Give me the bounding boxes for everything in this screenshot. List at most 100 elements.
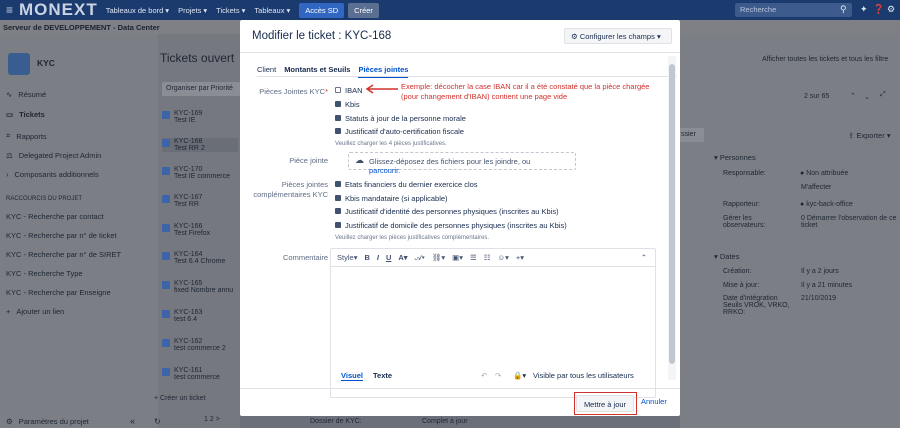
ticket-type-icon [162, 339, 170, 347]
search-icon[interactable]: ⚲ [840, 4, 847, 15]
shortcut-link[interactable]: KYC - Recherche par n° de ticket [6, 231, 117, 240]
checkbox[interactable] [335, 208, 341, 215]
create-ticket-link[interactable]: + Créer un ticket [154, 395, 206, 402]
italic-icon[interactable]: I [377, 253, 379, 262]
numbered-list-icon[interactable]: ☷ [484, 253, 491, 262]
text-color-icon[interactable]: A▾ [398, 253, 407, 262]
comment-textarea[interactable] [332, 268, 654, 368]
shortcut-link[interactable]: KYC - Recherche par Enseigne [6, 288, 111, 297]
shortcut-link[interactable]: KYC - Recherche par contact [6, 212, 104, 221]
checkbox[interactable] [335, 195, 341, 202]
checkbox-kbis[interactable]: Kbis [335, 100, 360, 109]
previous-icon[interactable]: ⌃ [850, 92, 856, 100]
ticket-title: Test Firefox [174, 230, 211, 237]
nav-boards[interactable]: Tableaux [254, 6, 284, 15]
file-drop-zone[interactable]: ☁ Glissez-déposez des fichiers pour les … [348, 152, 576, 175]
ticket-title: Test RR 2 [174, 145, 205, 152]
sd-access-button[interactable]: Accès SD [299, 2, 345, 18]
checkbox-statuts[interactable]: Statuts à jour de la personne morale [335, 114, 466, 123]
tab-visual[interactable]: Visuel [341, 371, 363, 381]
list-item[interactable]: KYC-167 Test RR [162, 194, 238, 208]
nav-projects[interactable]: Projets [178, 6, 201, 15]
redo-icon[interactable]: ↷ [495, 371, 501, 380]
refresh-icon[interactable]: ↻ [154, 417, 161, 426]
list-item[interactable]: KYC-170 Test IE commerce [162, 166, 238, 180]
checkbox[interactable] [335, 101, 341, 108]
export-button[interactable]: ⇪ Exporter ▾ [848, 131, 891, 140]
pagination[interactable]: 1 2 > [204, 416, 220, 423]
list-item[interactable]: KYC-168 Test RR 2 [162, 138, 238, 152]
persons-section[interactable]: ▾ Personnes [714, 153, 756, 162]
nav-dashboards[interactable]: Tableaux de bord [106, 6, 164, 15]
list-item[interactable]: KYC-163 test 6.4 [162, 309, 238, 323]
sort-button[interactable]: Organiser par Priorité [162, 82, 240, 96]
sidebar-item-reports[interactable]: ⌗ Rapports [6, 131, 47, 141]
ticket-title: test commerce 2 [174, 345, 226, 352]
bold-icon[interactable]: B [364, 253, 369, 262]
list-item[interactable]: KYC-166 Test Firefox [162, 223, 238, 237]
nav-tickets[interactable]: Tickets [216, 6, 239, 15]
checkbox[interactable] [335, 222, 341, 229]
list-item[interactable]: KYC-165 fixed Nombre annu [162, 280, 238, 294]
dates-section[interactable]: ▾ Dates [714, 252, 739, 261]
notifications-icon[interactable]: ✦ [860, 4, 868, 15]
shortcut-link[interactable]: KYC - Recherche Type [6, 269, 83, 278]
list-item[interactable]: KYC-164 Test 6.4 Chrome [162, 251, 238, 265]
sidebar-item-summary[interactable]: ∿ Résumé [6, 90, 46, 99]
style-dropdown[interactable]: Style▾ [337, 253, 357, 262]
integration-label: Date d'intégration Seuils VROK, VRKO, RR… [723, 295, 790, 316]
app-switcher-icon[interactable]: ≡ [6, 3, 13, 17]
configure-fields-button[interactable]: ⚙ Configurer les champs ▾ [564, 28, 672, 44]
observers-value[interactable]: 0 Démarrer l'observation de ce ticket [801, 215, 897, 229]
bullet-list-icon[interactable]: ☰ [470, 253, 477, 262]
browse-link[interactable]: parcourir. [369, 166, 400, 175]
visibility-lock-icon[interactable]: 🔒▾ [513, 371, 526, 380]
project-settings-link[interactable]: ⚙ Paramètres du projet [6, 417, 89, 426]
cancel-link[interactable]: Annuler [641, 397, 667, 406]
insert-more-icon[interactable]: +▾ [516, 253, 524, 262]
checkbox-domicile[interactable]: Justificatif de domicile des personnes p… [335, 221, 567, 230]
help-icon[interactable]: ❓ [873, 4, 884, 15]
checkbox[interactable] [335, 181, 341, 188]
list-item[interactable]: KYC-169 Test IE [162, 110, 238, 124]
link-icon[interactable]: ⛓▾ [432, 253, 445, 262]
project-name[interactable]: KYC [37, 58, 55, 68]
collapse-toolbar-icon[interactable]: ⌃ [641, 253, 647, 262]
reporter-value: ● kyc-back-office [800, 201, 853, 208]
list-title: Tickets ouvert [160, 51, 235, 65]
format-more-icon[interactable]: 𝒜▾ [415, 253, 425, 263]
sidebar-item-tickets[interactable]: ▭ Tickets [6, 110, 45, 119]
expand-icon[interactable]: ⤢ [880, 91, 886, 99]
partial-button[interactable]: ssier [680, 128, 704, 142]
checkbox-iban[interactable]: IBAN [335, 86, 363, 95]
checkbox[interactable] [335, 128, 341, 135]
image-icon[interactable]: ▣▾ [452, 253, 463, 262]
logo[interactable]: MONEXT [19, 0, 98, 20]
settings-gear-icon[interactable]: ⚙ [887, 4, 895, 15]
checkbox[interactable] [335, 87, 341, 94]
assign-me-link[interactable]: M'affecter [801, 184, 831, 191]
undo-icon[interactable]: ↶ [481, 371, 487, 380]
list-item[interactable]: KYC-162 test commerce 2 [162, 338, 238, 352]
shortcut-link[interactable]: KYC - Recherche par n° de SIRET [6, 250, 121, 259]
checkbox-kbis-mandataire[interactable]: Kbis mandataire (si applicable) [335, 194, 448, 203]
checkbox-financial-statements[interactable]: Etats financiers du dernier exercice clo… [335, 180, 478, 189]
sidebar-item-addons[interactable]: › Composants additionnels [6, 170, 99, 179]
tab-text[interactable]: Texte [373, 371, 392, 380]
create-button[interactable]: Créer [348, 2, 379, 18]
collapse-sidebar-icon[interactable]: « [130, 416, 135, 426]
sidebar-item-delegated-admin[interactable]: ⚖ Delegated Project Admin [6, 151, 101, 160]
next-icon[interactable]: ⌄ [864, 93, 870, 101]
search-input[interactable]: Recherche [735, 3, 852, 17]
list-item[interactable]: KYC-161 test commerce [162, 367, 238, 389]
checkbox-identity[interactable]: Justificatif d'identité des personnes ph… [335, 207, 559, 216]
underline-icon[interactable]: U [386, 253, 391, 262]
checkbox-auto-certification[interactable]: Justificatif d'auto-certification fiscal… [335, 127, 464, 136]
attachment-label: Pièce jointe [289, 156, 328, 165]
add-link-button[interactable]: + Ajouter un lien [6, 307, 64, 316]
show-all-link[interactable]: Afficher toutes les tickets et tous les … [762, 56, 888, 63]
update-value: Il y a 21 minutes [801, 282, 852, 289]
emoji-icon[interactable]: ☺▾ [497, 253, 508, 262]
scrollbar-thumb[interactable] [669, 64, 675, 364]
checkbox[interactable] [335, 115, 341, 122]
